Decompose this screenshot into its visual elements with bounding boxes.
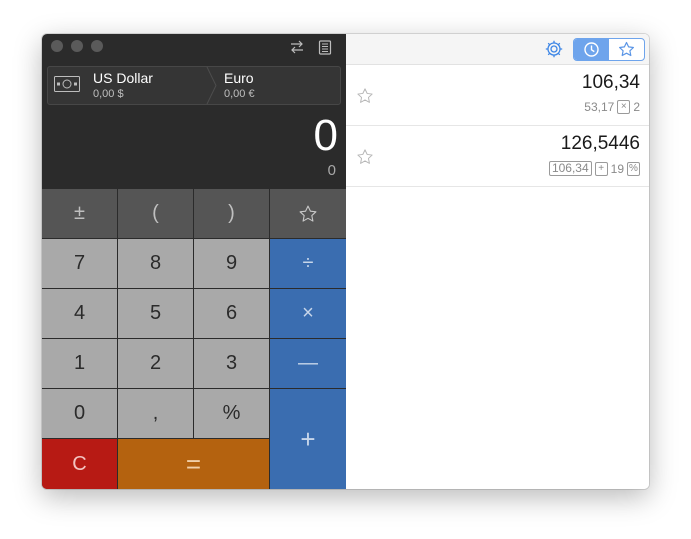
zoom-window-button[interactable] xyxy=(91,40,103,52)
digit-3-button[interactable]: 3 xyxy=(194,339,270,389)
digit-1-button[interactable]: 1 xyxy=(42,339,118,389)
digit-9-button[interactable]: 9 xyxy=(194,239,270,289)
digit-6-button[interactable]: 6 xyxy=(194,289,270,339)
history-row[interactable]: 126,5446 106,34 + 19 % xyxy=(346,126,649,187)
digit-0-button[interactable]: 0 xyxy=(42,389,118,439)
equals-button[interactable]: = xyxy=(118,439,270,489)
history-expression: 106,34 + 19 % xyxy=(548,161,640,176)
to-currency[interactable]: Euro 0,00 € xyxy=(224,70,255,101)
history-result: 106,34 xyxy=(581,72,640,93)
history-tab[interactable] xyxy=(574,39,609,60)
operator-badge: + xyxy=(594,161,608,176)
favorite-button[interactable] xyxy=(270,189,346,239)
divide-button[interactable]: ÷ xyxy=(270,239,346,289)
to-currency-name: Euro xyxy=(224,70,254,86)
display-secondary-value: 0 xyxy=(327,162,336,179)
from-currency-value: 0,00 $ xyxy=(93,88,124,100)
close-paren-button[interactable]: ) xyxy=(194,189,270,239)
plus-button[interactable]: + xyxy=(270,389,346,489)
multiply-button[interactable]: × xyxy=(270,289,346,339)
operator-badge: × xyxy=(617,100,631,114)
history-expression: 53,17 × 2 xyxy=(584,100,640,114)
percent-button[interactable]: % xyxy=(194,389,270,439)
digit-2-button[interactable]: 2 xyxy=(118,339,194,389)
list-icon[interactable] xyxy=(318,40,332,58)
calculator-panel: US Dollar 0,00 $ Euro 0,00 € 0 0 ± ( ) 7… xyxy=(42,34,346,489)
percent-badge: % xyxy=(627,161,640,176)
from-currency[interactable]: US Dollar 0,00 $ xyxy=(93,70,153,101)
history-row[interactable]: 106,34 53,17 × 2 xyxy=(346,65,649,126)
clear-button[interactable]: C xyxy=(42,439,118,489)
comma-button[interactable]: , xyxy=(118,389,194,439)
minus-button[interactable]: — xyxy=(270,339,346,389)
minimize-window-button[interactable] xyxy=(71,40,83,52)
star-icon[interactable] xyxy=(356,148,374,166)
close-window-button[interactable] xyxy=(51,40,63,52)
star-icon xyxy=(299,205,317,222)
currency-selector[interactable]: US Dollar 0,00 $ Euro 0,00 € xyxy=(47,66,341,105)
star-icon[interactable] xyxy=(356,87,374,105)
plus-minus-button[interactable]: ± xyxy=(42,189,118,239)
digit-8-button[interactable]: 8 xyxy=(118,239,194,289)
gear-icon[interactable] xyxy=(544,39,564,59)
to-currency-value: 0,00 € xyxy=(224,88,255,100)
clock-icon xyxy=(584,42,599,57)
history-toolbar xyxy=(346,34,649,65)
banknote-icon xyxy=(54,76,80,92)
chevron-right-icon xyxy=(206,67,217,104)
history-panel: 106,34 53,17 × 2 126,5446 106,34 + 19 % xyxy=(346,34,649,489)
digit-7-button[interactable]: 7 xyxy=(42,239,118,289)
favorites-tab[interactable] xyxy=(609,39,644,60)
star-icon xyxy=(619,41,634,57)
display-main-value: 0 xyxy=(313,111,338,160)
digit-4-button[interactable]: 4 xyxy=(42,289,118,339)
app-window: US Dollar 0,00 $ Euro 0,00 € 0 0 ± ( ) 7… xyxy=(42,34,649,489)
operand-b: 19 xyxy=(610,161,624,176)
from-currency-name: US Dollar xyxy=(93,70,153,86)
title-bar xyxy=(42,34,346,62)
swap-currencies-icon[interactable] xyxy=(290,40,304,57)
digit-5-button[interactable]: 5 xyxy=(118,289,194,339)
open-paren-button[interactable]: ( xyxy=(118,189,194,239)
operand-a: 53,17 xyxy=(584,100,615,114)
operand-a-badge: 106,34 xyxy=(548,161,592,176)
operand-b: 2 xyxy=(633,100,640,114)
history-result: 126,5446 xyxy=(560,133,640,154)
keypad: ± ( ) 7 8 9 ÷ 4 5 6 × 1 2 3 — 0 , % + C … xyxy=(42,189,346,489)
view-segmented-control xyxy=(573,38,645,61)
